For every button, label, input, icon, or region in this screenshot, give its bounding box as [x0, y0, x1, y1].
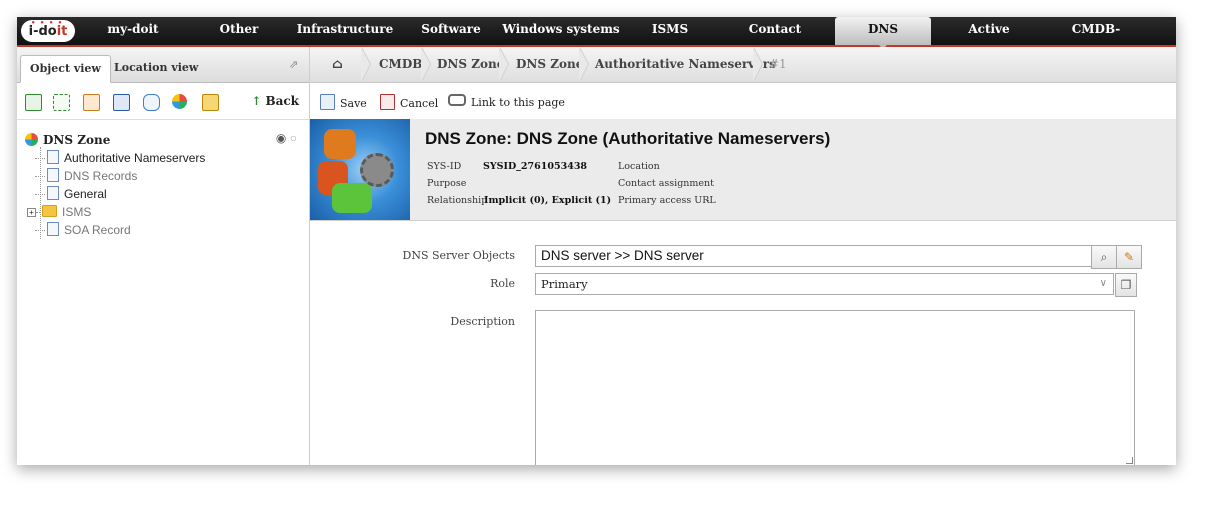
object-image [310, 119, 410, 220]
nav-other[interactable]: Other [193, 17, 285, 45]
description-label: Description [450, 315, 515, 328]
save-button[interactable]: Save [320, 94, 367, 111]
breadcrumb-dns-zone-2[interactable]: DNS Zone [516, 47, 583, 82]
breadcrumb-record-number: #1 [769, 57, 787, 71]
lock-icon[interactable] [202, 94, 219, 111]
globe-icon[interactable] [172, 94, 187, 109]
tree-toolbar: ↑ Back [17, 83, 309, 120]
location-label: Location [618, 161, 660, 172]
contact-assignment-label: Contact assignment [618, 178, 714, 189]
dns-server-objects-label: DNS Server Objects [402, 249, 515, 262]
document-icon [47, 222, 59, 236]
sysid-label: SYS-ID [427, 161, 462, 172]
book-icon[interactable] [113, 94, 130, 111]
dns-server-objects-input[interactable]: DNS server >> DNS server [535, 245, 1092, 267]
document-icon [47, 168, 59, 182]
breadcrumb-authoritative-nameservers[interactable]: Authoritative Nameservers [595, 47, 776, 82]
copy-icon[interactable]: ❐ [1115, 273, 1137, 297]
relationship-value: Implicit (0), Explicit (1) [484, 195, 612, 206]
nav-active-directory[interactable]: Active directory [939, 17, 1039, 60]
dns-zone-icon [25, 133, 38, 146]
tree-item-isms[interactable]: + ISMS [27, 203, 91, 221]
list-icon[interactable] [83, 94, 100, 111]
tree-item-authoritative-nameservers[interactable]: Authoritative Nameservers [35, 149, 205, 167]
breadcrumb-dns-zone-1[interactable]: DNS Zone [437, 47, 504, 82]
main-content: ⌂ CMDB DNS Zone DNS Zone Authoritative N… [310, 47, 1176, 465]
popout-icon[interactable]: ⇗ [289, 58, 301, 71]
tree-root[interactable]: DNS Zone [25, 131, 110, 149]
primary-access-url-label: Primary access URL [618, 195, 716, 206]
tree-item-general[interactable]: General [35, 185, 107, 203]
tree-root-label: DNS Zone [43, 133, 111, 147]
document-icon [47, 150, 59, 164]
link-icon [448, 94, 466, 106]
eye-icon[interactable]: ◉ [276, 131, 286, 145]
nav-my-doit[interactable]: my-doit [87, 17, 179, 45]
back-arrow-icon: ↑ [251, 94, 262, 108]
link-to-page-button[interactable]: Link to this page [448, 94, 565, 110]
category-form: DNS Server Objects DNS server >> DNS ser… [310, 221, 1176, 465]
primary-access-url-value: - [706, 195, 710, 206]
nav-contact[interactable]: Contact [735, 17, 815, 45]
object-title: DNS Zone: DNS Zone (Authoritative Namese… [425, 129, 831, 148]
sysid-value: SYSID_2761053438 [483, 161, 588, 172]
back-button[interactable]: ↑ Back [251, 94, 299, 108]
detach-icon[interactable]: ✎ [1116, 245, 1142, 269]
chat-icon[interactable] [143, 94, 160, 111]
breadcrumb: ⌂ CMDB DNS Zone DNS Zone Authoritative N… [310, 47, 1176, 83]
tab-location-view[interactable]: Location view [105, 55, 207, 81]
expand-plus-icon[interactable]: + [27, 208, 36, 217]
nav-dns[interactable]: DNS [835, 17, 931, 49]
description-textarea[interactable] [535, 310, 1135, 465]
document-icon [47, 186, 59, 200]
tree-hierarchy-icon[interactable] [25, 94, 42, 111]
nav-isms[interactable]: ISMS [637, 17, 703, 45]
view-tabs: Object view Location view ⇗ [17, 47, 309, 83]
role-select[interactable]: Primary ∨ [535, 273, 1114, 295]
nav-infrastructure[interactable]: Infrastructure [295, 17, 395, 45]
gear-icon [360, 153, 394, 187]
home-icon[interactable]: ⌂ [332, 47, 343, 82]
search-icon[interactable]: ⌕ [1091, 245, 1117, 269]
role-label: Role [490, 277, 515, 290]
magnifier-icon[interactable]: ○ [290, 131, 297, 145]
breadcrumb-cmdb[interactable]: CMDB [379, 47, 422, 82]
action-toolbar: Save Cancel Link to this page [310, 83, 1176, 120]
cancel-icon [380, 94, 395, 110]
folder-icon [42, 205, 57, 217]
save-icon [320, 94, 335, 110]
nav-cmdb-explorer[interactable]: CMDB-Explorer [1047, 17, 1145, 60]
nav-software[interactable]: Software [411, 17, 491, 45]
tree-item-soa-record[interactable]: SOA Record [35, 221, 131, 239]
tree-view-icons: ◉ ○ [276, 131, 297, 145]
tree-item-dns-records[interactable]: DNS Records [35, 167, 137, 185]
relationship-label: Relationship [427, 195, 488, 206]
chevron-down-icon: ∨ [1099, 278, 1107, 289]
tab-object-view[interactable]: Object view [20, 55, 111, 83]
expand-icon[interactable] [53, 94, 70, 111]
left-panel: Object view Location view ⇗ ↑ Back DNS Zo… [17, 47, 310, 465]
top-navigation: • • • • i-doit my-doit Other Infrastructu… [17, 17, 1176, 60]
cancel-button[interactable]: Cancel [380, 94, 438, 111]
i-doit-logo[interactable]: • • • • i-doit [21, 20, 75, 42]
purpose-label: Purpose [427, 178, 467, 189]
object-header: DNS Zone: DNS Zone (Authoritative Namese… [310, 119, 1176, 221]
app-window: • • • • i-doit my-doit Other Infrastructu… [17, 17, 1176, 465]
nav-windows-systems[interactable]: Windows systems [501, 17, 621, 45]
